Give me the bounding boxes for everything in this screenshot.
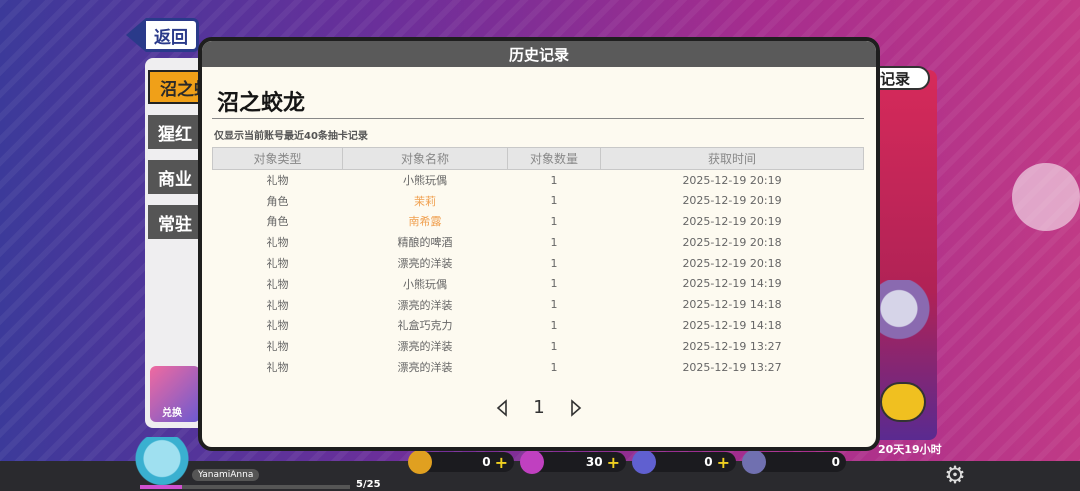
card-icon [742, 450, 766, 474]
table-header-row: 对象类型 对象名称 对象数量 获取时间 [212, 147, 864, 170]
currency-gem: 30 + [520, 450, 626, 474]
table-row: 礼物 漂亮的洋装 1 2025-12-19 14:18 [213, 294, 864, 315]
cell-qty: 1 [550, 339, 558, 353]
currency-gold: 0 + [408, 450, 514, 474]
cell-name: 茉莉 [414, 194, 436, 208]
cell-name: 漂亮的洋装 [397, 361, 453, 375]
table-row: 角色 南希露 1 2025-12-19 20:19 [213, 211, 864, 232]
cell-qty: 1 [550, 298, 558, 312]
page-number: 1 [533, 397, 545, 418]
add-gold-button[interactable]: + [495, 453, 508, 472]
gold-coin-icon [408, 450, 432, 474]
currency-ticket-value: 0 [704, 455, 713, 469]
gem-icon [520, 450, 544, 474]
back-button-label: 返回 [146, 18, 199, 52]
table-row: 礼物 漂亮的洋装 1 2025-12-19 13:27 [213, 357, 864, 378]
cell-name: 精酿的啤酒 [397, 236, 453, 250]
exchange-button[interactable]: 兑换 [150, 366, 200, 422]
cell-qty: 1 [550, 360, 558, 374]
cell-type: 礼物 [266, 340, 289, 354]
cell-qty: 1 [550, 173, 558, 187]
cell-name: 漂亮的洋装 [397, 340, 453, 354]
level-progress-text: 5/25 [356, 479, 381, 490]
column-header-type: 对象类型 [212, 147, 343, 170]
record-tab[interactable]: 记录 [872, 66, 930, 90]
back-arrow-icon [126, 18, 146, 52]
cell-type: 礼物 [266, 277, 289, 291]
table-row: 礼物 漂亮的洋装 1 2025-12-19 20:18 [213, 253, 864, 274]
pagination: 1 [202, 397, 876, 418]
cell-qty: 1 [550, 277, 558, 291]
cell-qty: 1 [550, 318, 558, 332]
prev-page-icon[interactable] [493, 398, 511, 417]
cell-time: 2025-12-19 20:19 [682, 173, 782, 187]
currency-gold-value: 0 [482, 455, 491, 469]
cell-type: 角色 [266, 215, 289, 229]
history-table: 对象类型 对象名称 对象数量 获取时间 礼物 小熊玩偶 1 2025-12-19 20… [212, 147, 864, 377]
character-art [875, 280, 935, 375]
cell-name: 小熊玩偶 [403, 174, 447, 188]
table-row: 礼物 精酿的啤酒 1 2025-12-19 20:18 [213, 232, 864, 253]
cell-name: 漂亮的洋装 [397, 298, 453, 312]
cell-time: 2025-12-19 20:19 [682, 214, 782, 228]
cell-type: 礼物 [266, 361, 289, 375]
modal-title: 沼之蛟龙 [217, 91, 306, 116]
cell-type: 礼物 [266, 236, 289, 250]
cell-name: 漂亮的洋装 [397, 257, 453, 271]
table-row: 礼物 漂亮的洋装 1 2025-12-19 13:27 [213, 336, 864, 357]
side-float-button[interactable] [1012, 163, 1080, 231]
cell-time: 2025-12-19 20:18 [682, 256, 782, 270]
cell-qty: 1 [550, 256, 558, 270]
add-ticket-button[interactable]: + [717, 453, 730, 472]
currency-ticket: 0 + [632, 450, 736, 474]
cell-time: 2025-12-19 20:19 [682, 194, 782, 208]
username: YanamiAnna [192, 469, 260, 481]
cell-qty: 1 [550, 194, 558, 208]
cell-type: 礼物 [266, 257, 289, 271]
cell-time: 2025-12-19 14:18 [682, 298, 782, 312]
draw-button[interactable] [880, 382, 926, 422]
cell-name: 小熊玩偶 [403, 277, 447, 291]
cell-name: 礼盒巧克力 [397, 319, 453, 333]
cell-type: 礼物 [266, 174, 289, 188]
cell-type: 礼物 [266, 319, 289, 333]
column-header-qty: 对象数量 [507, 147, 601, 170]
cell-type: 礼物 [266, 298, 289, 312]
cell-time: 2025-12-19 13:27 [682, 339, 782, 353]
ticket-icon [632, 450, 656, 474]
level-progress-fill [140, 485, 182, 489]
column-header-name: 对象名称 [342, 147, 508, 170]
currency-gem-value: 30 [585, 455, 603, 469]
cell-type: 角色 [266, 194, 289, 208]
modal-note: 仅显示当前账号最近40条抽卡记录 [214, 131, 368, 142]
table-row: 礼物 小熊玩偶 1 2025-12-19 14:19 [213, 273, 864, 294]
cell-time: 2025-12-19 20:18 [682, 235, 782, 249]
cell-name: 南希露 [408, 215, 442, 229]
banner-timer: 20天19小时 [878, 443, 942, 456]
cell-qty: 1 [550, 214, 558, 228]
table-row: 礼物 礼盒巧克力 1 2025-12-19 14:18 [213, 315, 864, 336]
table-row: 角色 茉莉 1 2025-12-19 20:19 [213, 190, 864, 211]
history-modal: 历史记录 沼之蛟龙 仅显示当前账号最近40条抽卡记录 对象类型 对象名称 对象数… [198, 37, 880, 451]
currency-card-value: 0 [831, 455, 840, 469]
back-button[interactable]: 返回 [126, 18, 204, 52]
next-page-icon[interactable] [567, 398, 585, 417]
cell-time: 2025-12-19 14:19 [682, 277, 782, 291]
table-row: 礼物 小熊玩偶 1 2025-12-19 20:19 [213, 170, 864, 191]
cell-time: 2025-12-19 14:18 [682, 318, 782, 332]
gear-icon[interactable]: ⚙ [942, 462, 968, 488]
cell-time: 2025-12-19 13:27 [682, 360, 782, 374]
level-progress-bar [140, 485, 350, 489]
modal-header: 历史记录 [202, 41, 876, 67]
add-gem-button[interactable]: + [607, 453, 620, 472]
column-header-time: 获取时间 [600, 147, 864, 170]
currency-card: 0 [742, 450, 846, 474]
avatar[interactable] [134, 437, 190, 485]
divider [212, 118, 864, 119]
cell-qty: 1 [550, 235, 558, 249]
exchange-label: 兑换 [162, 408, 182, 419]
